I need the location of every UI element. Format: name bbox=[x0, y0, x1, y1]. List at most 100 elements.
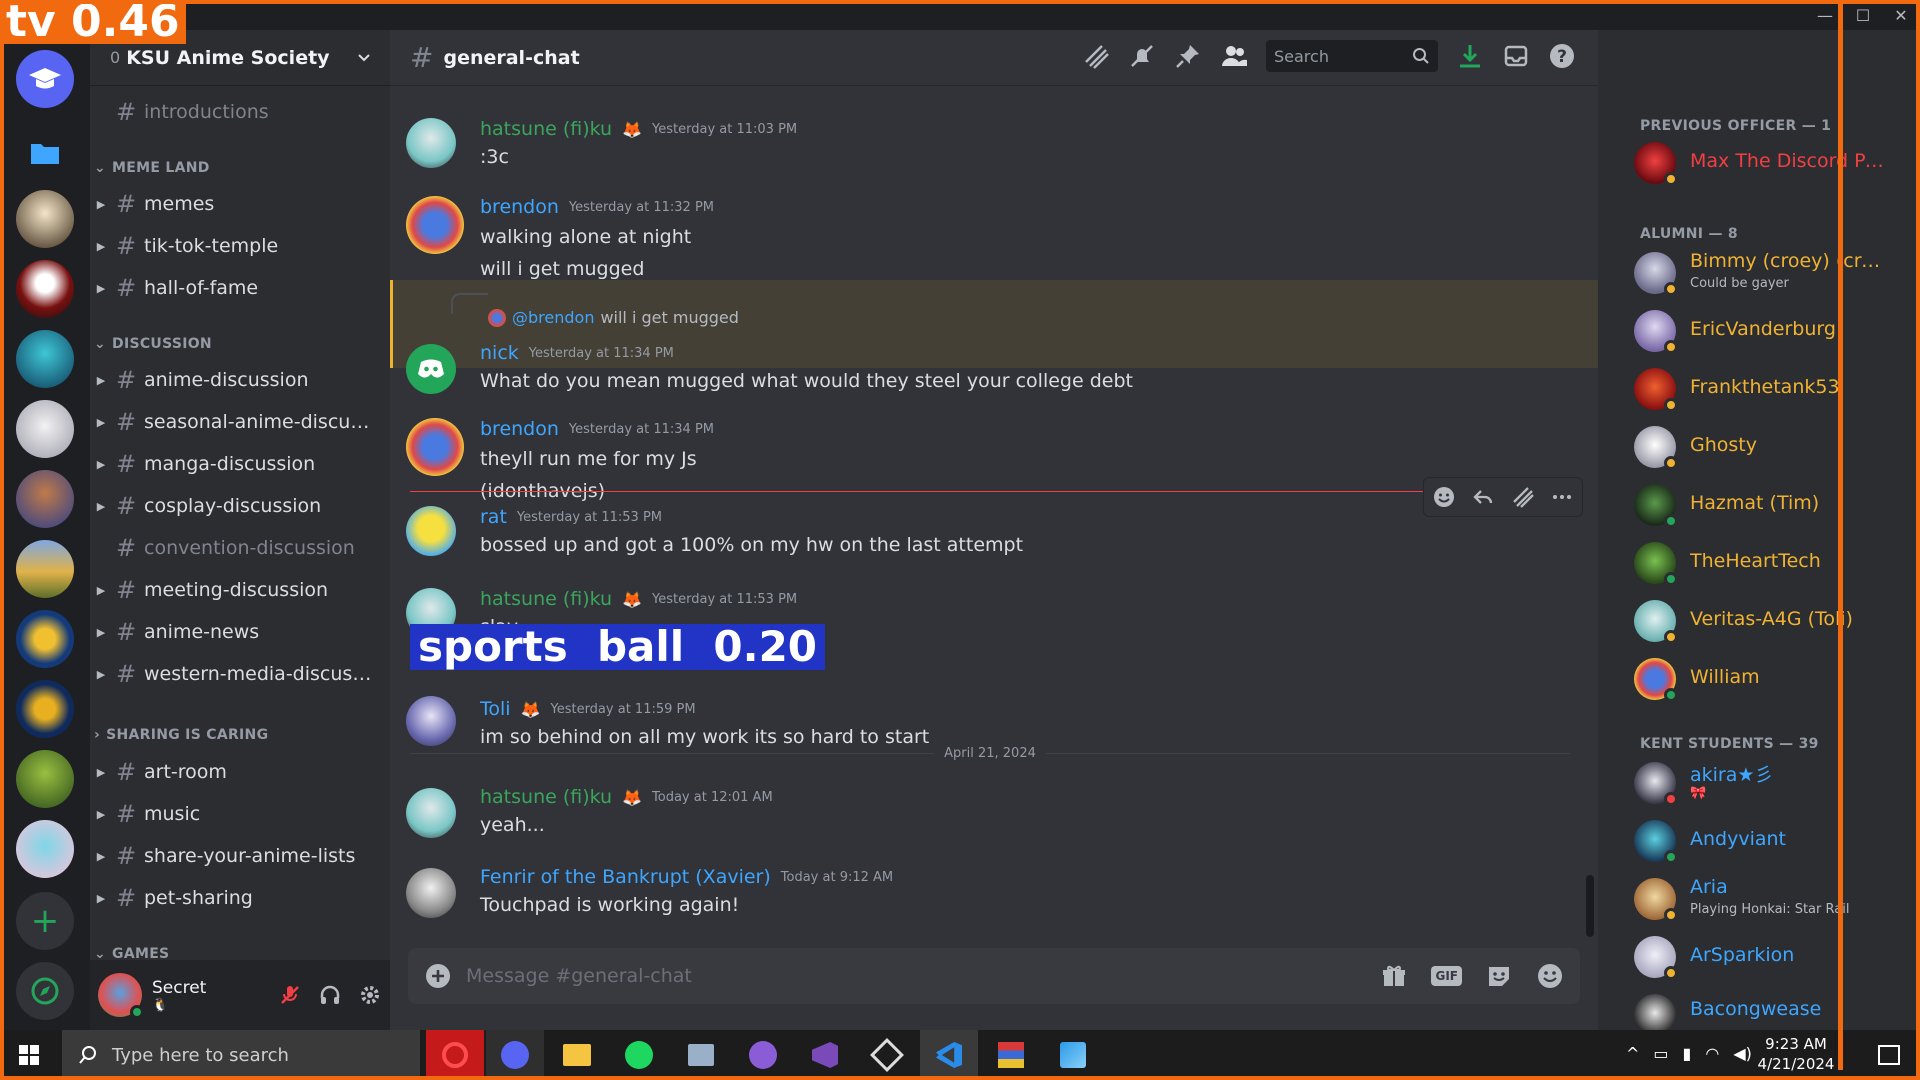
download-icon[interactable] bbox=[1456, 42, 1484, 70]
server-icon[interactable] bbox=[16, 190, 74, 248]
discover-button[interactable] bbox=[16, 962, 74, 1020]
user-avatar[interactable] bbox=[406, 506, 456, 556]
category-discussion[interactable]: ⌄ DISCUSSION bbox=[94, 336, 212, 352]
winrar-app[interactable] bbox=[982, 1030, 1040, 1080]
battery-icon[interactable]: ▮ bbox=[1683, 1044, 1692, 1063]
spotify-app[interactable] bbox=[610, 1030, 668, 1080]
maximize-button[interactable]: ☐ bbox=[1844, 0, 1882, 30]
channel-manga-discussion[interactable]: ▶ # manga-discussion bbox=[90, 444, 390, 484]
volume-icon[interactable]: ◀) bbox=[1733, 1044, 1752, 1063]
message-author[interactable]: hatsune (fi)ku bbox=[480, 786, 612, 808]
notifications-button[interactable] bbox=[1860, 1030, 1918, 1080]
search-input[interactable]: Search bbox=[1266, 40, 1438, 72]
user-avatar[interactable] bbox=[98, 973, 144, 1019]
unity-app[interactable] bbox=[858, 1030, 916, 1080]
channel-memes[interactable]: ▶ # memes bbox=[90, 184, 390, 224]
member-item[interactable]: Aria Playing Honkai: Star Rail bbox=[1634, 872, 1920, 926]
network-icon[interactable]: ▭ bbox=[1653, 1044, 1668, 1063]
message-author[interactable]: Fenrir of the Bankrupt (Xavier) bbox=[480, 866, 771, 888]
message-input[interactable]: Message #general-chat bbox=[466, 965, 1381, 987]
threads-icon[interactable] bbox=[1082, 42, 1110, 70]
channel-cosplay-discussion[interactable]: ▶ # cosplay-discussion bbox=[90, 486, 390, 526]
channel-convention-discussion[interactable]: # convention-discussion bbox=[90, 528, 390, 568]
gear-icon[interactable] bbox=[358, 983, 382, 1007]
github-app[interactable] bbox=[734, 1030, 792, 1080]
pin-icon[interactable] bbox=[1174, 42, 1202, 70]
member-item[interactable]: Andyviant bbox=[1634, 814, 1920, 868]
steam-app[interactable] bbox=[672, 1030, 730, 1080]
member-item[interactable]: William bbox=[1634, 652, 1920, 706]
opera-gx-app[interactable] bbox=[426, 1030, 484, 1080]
channel-western-media-discussion[interactable]: ▶ # western-media-discussi... bbox=[90, 654, 390, 694]
inbox-icon[interactable] bbox=[1502, 42, 1530, 70]
server-icon[interactable] bbox=[16, 540, 74, 598]
member-item[interactable]: akira★彡 🎀 bbox=[1634, 756, 1920, 810]
channel-art-room[interactable]: ▶ # art-room bbox=[90, 752, 390, 792]
start-button[interactable] bbox=[0, 1030, 58, 1080]
chevron-up-icon[interactable]: ^ bbox=[1626, 1044, 1639, 1063]
member-item[interactable]: Frankthetank53 bbox=[1634, 362, 1920, 416]
user-avatar[interactable] bbox=[406, 196, 464, 254]
sticker-icon[interactable] bbox=[1486, 963, 1512, 989]
taskbar-search-input[interactable]: Type here to search bbox=[62, 1030, 420, 1080]
user-avatar[interactable] bbox=[406, 344, 456, 394]
discord-app[interactable] bbox=[486, 1030, 544, 1080]
channel-hall-of-fame[interactable]: ▶ # hall-of-fame bbox=[90, 268, 390, 308]
channel-meeting-discussion[interactable]: ▶ # meeting-discussion bbox=[90, 570, 390, 610]
close-button[interactable]: ✕ bbox=[1882, 0, 1920, 30]
server-icon[interactable] bbox=[16, 400, 74, 458]
channel-introductions[interactable]: # introductions bbox=[90, 92, 390, 132]
reply-icon[interactable] bbox=[1471, 485, 1495, 509]
wifi-icon[interactable]: ◠ bbox=[1705, 1044, 1719, 1063]
channel-anime-discussion[interactable]: ▶ # anime-discussion bbox=[90, 360, 390, 400]
user-avatar[interactable] bbox=[406, 118, 456, 168]
message-author[interactable]: Toli bbox=[480, 698, 511, 720]
user-avatar[interactable] bbox=[406, 868, 456, 918]
mute-mic-icon[interactable] bbox=[278, 983, 302, 1007]
server-icon[interactable] bbox=[16, 610, 74, 668]
add-attachment-icon[interactable] bbox=[424, 962, 452, 990]
message-author[interactable]: brendon bbox=[480, 418, 559, 440]
headphones-icon[interactable] bbox=[318, 983, 342, 1007]
server-folder-button[interactable] bbox=[16, 124, 74, 182]
vscode-app[interactable] bbox=[920, 1030, 978, 1080]
taskbar-clock[interactable]: 9:23 AM 4/21/2024 bbox=[1752, 1034, 1840, 1074]
home-server-button[interactable] bbox=[16, 50, 74, 108]
member-list-icon[interactable] bbox=[1220, 42, 1248, 70]
channel-anime-news[interactable]: ▶ # anime-news bbox=[90, 612, 390, 652]
member-item[interactable]: Bimmy (croey) (croqy)... Could be gayer bbox=[1634, 246, 1920, 300]
member-item[interactable]: TheHeartTech bbox=[1634, 536, 1920, 590]
message-author[interactable]: brendon bbox=[480, 196, 559, 218]
category-meme-land[interactable]: ⌄ MEME LAND bbox=[94, 160, 210, 176]
more-options-icon[interactable] bbox=[1550, 485, 1574, 509]
server-icon[interactable] bbox=[16, 330, 74, 388]
user-avatar[interactable] bbox=[406, 418, 464, 476]
member-item[interactable]: Hazmat (Tim) bbox=[1634, 478, 1920, 532]
member-item[interactable]: Max The Discord Pala... bbox=[1634, 136, 1920, 190]
member-item[interactable]: Ghosty bbox=[1634, 420, 1920, 474]
channel-music[interactable]: ▶ # music bbox=[90, 794, 390, 834]
file-explorer-app[interactable] bbox=[548, 1030, 606, 1080]
photos-app[interactable] bbox=[1044, 1030, 1102, 1080]
message-author[interactable]: rat bbox=[480, 506, 507, 528]
server-icon[interactable] bbox=[16, 470, 74, 528]
channel-share-your-anime-lists[interactable]: ▶ # share-your-anime-lists bbox=[90, 836, 390, 876]
member-item[interactable]: Veritas-A4G (Toli) bbox=[1634, 594, 1920, 648]
category-sharing-is-caring[interactable]: › SHARING IS CARING bbox=[94, 727, 268, 743]
gif-button[interactable]: GIF bbox=[1431, 966, 1462, 986]
user-avatar[interactable] bbox=[406, 788, 456, 838]
create-thread-icon[interactable] bbox=[1511, 485, 1535, 509]
visual-studio-app[interactable] bbox=[796, 1030, 854, 1080]
server-icon[interactable] bbox=[16, 750, 74, 808]
channel-pet-sharing[interactable]: ▶ # pet-sharing bbox=[90, 878, 390, 918]
add-reaction-icon[interactable] bbox=[1432, 485, 1456, 509]
gift-icon[interactable] bbox=[1381, 963, 1407, 989]
scrollbar[interactable] bbox=[1586, 875, 1594, 937]
server-icon[interactable] bbox=[16, 820, 74, 878]
user-avatar[interactable] bbox=[406, 696, 456, 746]
channel-seasonal-anime-discussion[interactable]: ▶ # seasonal-anime-discussi... bbox=[90, 402, 390, 442]
notification-bell-muted-icon[interactable] bbox=[1128, 42, 1156, 70]
add-server-button[interactable]: + bbox=[16, 892, 74, 950]
channel-tik-tok-temple[interactable]: ▶ # tik-tok-temple bbox=[90, 226, 390, 266]
emoji-icon[interactable] bbox=[1536, 962, 1564, 990]
